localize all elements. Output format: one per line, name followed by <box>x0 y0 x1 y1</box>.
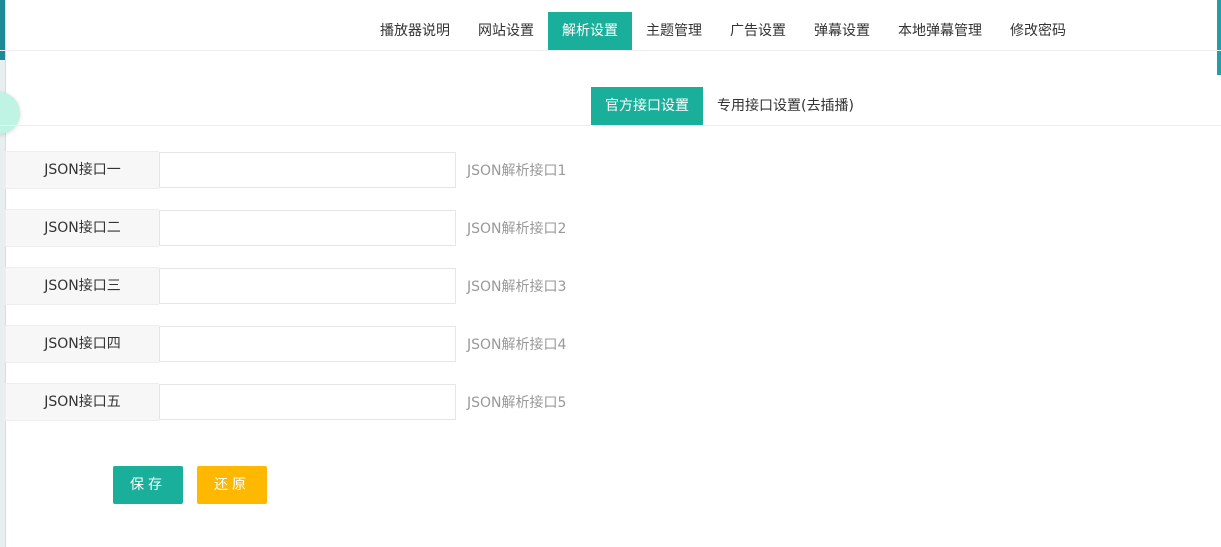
tab-danmaku-settings[interactable]: 弹幕设置 <box>800 12 884 50</box>
form-row-json-2: JSON接口二 JSON解析接口2 <box>5 209 566 247</box>
tab-official-api[interactable]: 官方接口设置 <box>591 87 703 125</box>
tab-theme-management[interactable]: 主题管理 <box>632 12 716 50</box>
form-row-json-3: JSON接口三 JSON解析接口3 <box>5 267 566 305</box>
tab-dedicated-api[interactable]: 专用接口设置(去插播) <box>703 87 868 125</box>
sub-nav: 官方接口设置 专用接口设置(去插播) <box>0 87 1221 126</box>
tab-local-danmaku[interactable]: 本地弹幕管理 <box>884 12 996 50</box>
tab-player-guide[interactable]: 播放器说明 <box>366 12 464 50</box>
form-row-json-5: JSON接口五 JSON解析接口5 <box>5 383 566 421</box>
tab-ad-settings[interactable]: 广告设置 <box>716 12 800 50</box>
field-hint: JSON解析接口4 <box>467 337 567 353</box>
field-label: JSON接口二 <box>5 209 159 247</box>
json-api-3-input[interactable] <box>159 268 456 304</box>
sub-nav-tabs: 官方接口设置 专用接口设置(去插播) <box>591 87 868 125</box>
field-label: JSON接口四 <box>5 325 159 363</box>
field-label: JSON接口五 <box>5 383 159 421</box>
json-api-4-input[interactable] <box>159 326 456 362</box>
json-api-1-input[interactable] <box>159 152 456 188</box>
field-label: JSON接口一 <box>5 151 159 189</box>
save-button[interactable]: 保存 <box>113 466 183 504</box>
field-hint: JSON解析接口5 <box>467 395 567 411</box>
top-nav: 播放器说明 网站设置 解析设置 主题管理 广告设置 弹幕设置 本地弹幕管理 修改… <box>0 12 1221 51</box>
field-label: JSON接口三 <box>5 267 159 305</box>
tab-site-settings[interactable]: 网站设置 <box>464 12 548 50</box>
json-api-2-input[interactable] <box>159 210 456 246</box>
json-api-5-input[interactable] <box>159 384 456 420</box>
tab-parse-settings[interactable]: 解析设置 <box>548 12 632 50</box>
reset-button[interactable]: 还原 <box>197 466 267 504</box>
field-hint: JSON解析接口1 <box>467 163 567 179</box>
field-hint: JSON解析接口3 <box>467 279 567 295</box>
top-nav-tabs: 播放器说明 网站设置 解析设置 主题管理 广告设置 弹幕设置 本地弹幕管理 修改… <box>366 12 1080 50</box>
field-hint: JSON解析接口2 <box>467 221 567 237</box>
form-row-json-1: JSON接口一 JSON解析接口1 <box>5 151 566 189</box>
form-row-json-4: JSON接口四 JSON解析接口4 <box>5 325 566 363</box>
tab-change-password[interactable]: 修改密码 <box>996 12 1080 50</box>
